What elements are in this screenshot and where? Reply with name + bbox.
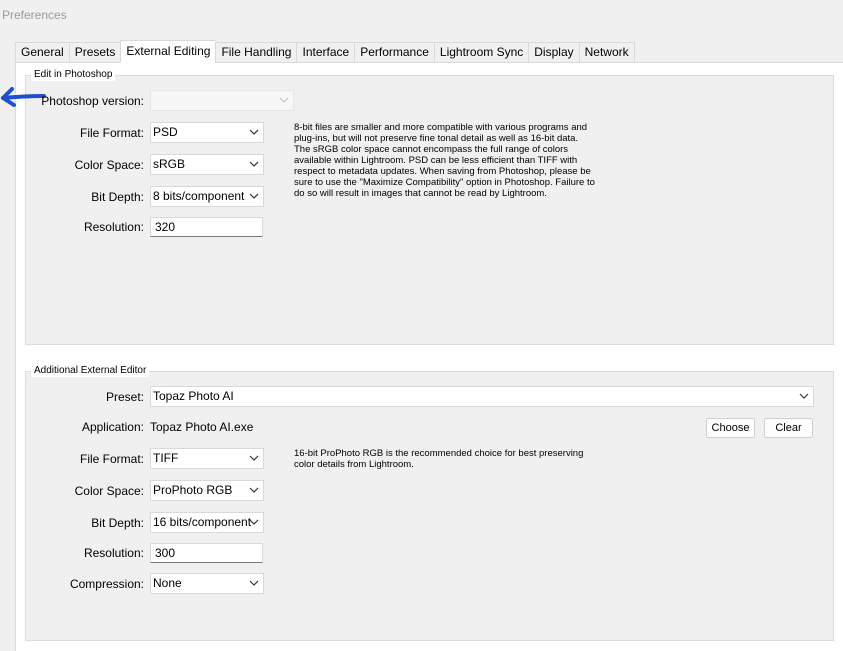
note-line: 8-bit files are smaller and more compati… (294, 122, 588, 133)
file-format-value: PSD (153, 125, 178, 139)
tab-interface[interactable]: Interface (296, 42, 355, 63)
editor-info-note: 16-bit ProPhoto RGB is the recommended c… (294, 448, 604, 470)
tab-external-editing[interactable]: External Editing (120, 40, 216, 63)
note-line: The sRGB color space cannot encompass th… (294, 144, 569, 155)
color-space-label: Color Space: (74, 484, 144, 498)
color-space-select[interactable]: sRGB (150, 154, 264, 175)
preset-value: Topaz Photo AI (153, 389, 234, 403)
compression-label: Compression: (69, 577, 144, 591)
preset-select[interactable]: Topaz Photo AI (150, 386, 814, 407)
note-line: color details from Lightroom. (294, 459, 414, 470)
tab-performance[interactable]: Performance (354, 42, 434, 63)
additional-editor-group (25, 371, 834, 641)
edit-in-photoshop-group (25, 75, 834, 345)
chevron-down-icon (249, 129, 259, 135)
file-format-label: File Format: (79, 126, 144, 140)
clear-button[interactable]: Clear (764, 418, 813, 438)
bit-depth-value: 16 bits/component (153, 515, 252, 529)
note-line: sure to use the "Maximize Compatibility"… (294, 177, 595, 188)
resolution-input[interactable]: 320 (150, 217, 263, 237)
bit-depth-value: 8 bits/component (153, 189, 245, 203)
file-format-select[interactable]: TIFF (150, 448, 264, 469)
application-value: Topaz Photo AI.exe (150, 420, 254, 434)
compression-value: None (153, 576, 182, 590)
note-line: respect to metadata updates. When saving… (294, 166, 591, 177)
bit-depth-label: Bit Depth: (91, 190, 144, 204)
chevron-down-icon (249, 519, 259, 525)
chevron-down-icon (249, 487, 259, 493)
chevron-down-icon (799, 393, 809, 399)
color-space-value: sRGB (153, 157, 186, 171)
resolution-label: Resolution: (83, 546, 144, 560)
tab-bar: General Presets External Editing File Ha… (15, 40, 635, 63)
bit-depth-label: Bit Depth: (91, 516, 144, 530)
bit-depth-select[interactable]: 16 bits/component (150, 512, 264, 533)
tab-presets[interactable]: Presets (68, 42, 121, 63)
photoshop-version-select[interactable] (150, 90, 294, 111)
note-line: plug-ins, but will not preserve fine ton… (294, 133, 579, 144)
tab-lightroom-sync[interactable]: Lightroom Sync (433, 42, 529, 63)
choose-button[interactable]: Choose (706, 418, 755, 438)
chevron-down-icon (249, 161, 259, 167)
resolution-label: Resolution: (83, 220, 144, 234)
note-line: available within Lightroom. PSD can be l… (294, 155, 578, 166)
chevron-down-icon (249, 580, 259, 586)
tab-general[interactable]: General (15, 42, 69, 63)
color-space-select[interactable]: ProPhoto RGB (150, 480, 264, 501)
file-format-value: TIFF (153, 451, 179, 465)
color-space-label: Color Space: (74, 158, 144, 172)
file-format-select[interactable]: PSD (150, 122, 264, 143)
note-line: do so will result in images that cannot … (294, 188, 547, 199)
application-label: Application: (81, 420, 144, 434)
additional-editor-label: Additional External Editor (31, 365, 150, 377)
file-format-label: File Format: (79, 452, 144, 466)
preset-label: Preset: (105, 390, 144, 404)
photoshop-info-note: 8-bit files are smaller and more compati… (294, 122, 604, 199)
tab-network[interactable]: Network (578, 42, 635, 63)
note-line: 16-bit ProPhoto RGB is the recommended c… (294, 448, 584, 459)
photoshop-version-label: Photoshop version: (41, 94, 144, 108)
window-title: Preferences (2, 8, 67, 22)
color-space-value: ProPhoto RGB (153, 483, 233, 497)
compression-select[interactable]: None (150, 573, 264, 594)
tab-file-handling[interactable]: File Handling (215, 42, 297, 63)
chevron-down-icon (249, 193, 259, 199)
chevron-down-icon (249, 455, 259, 461)
chevron-down-icon (279, 97, 289, 103)
bit-depth-select[interactable]: 8 bits/component (150, 186, 264, 207)
resolution-input[interactable]: 300 (150, 543, 263, 563)
tab-display[interactable]: Display (528, 42, 579, 63)
edit-in-photoshop-label: Edit in Photoshop (31, 69, 116, 81)
